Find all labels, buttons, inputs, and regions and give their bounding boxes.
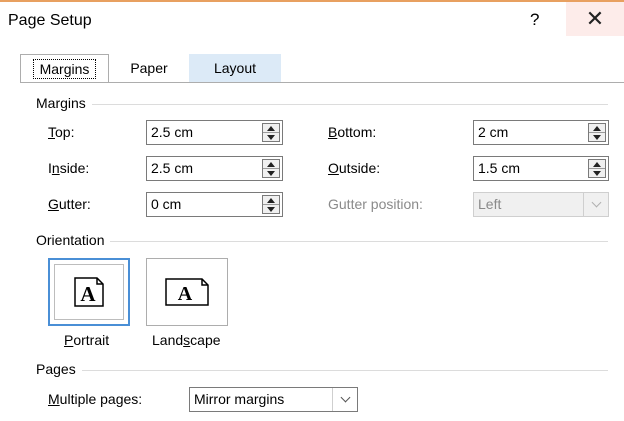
tab-layout[interactable]: Layout xyxy=(189,54,281,82)
outside-margin-value: 1.5 cm xyxy=(478,160,521,176)
bottom-margin-spinner[interactable]: 2 cm xyxy=(473,120,609,145)
inside-margin-value: 2.5 cm xyxy=(151,160,194,176)
svg-text:A: A xyxy=(178,283,193,305)
gutter-position-value: Left xyxy=(478,196,502,212)
multiple-pages-select[interactable]: Mirror margins xyxy=(189,387,358,412)
multiple-pages-value: Mirror margins xyxy=(194,391,285,407)
chevron-down-icon[interactable] xyxy=(332,388,357,411)
svg-text:A: A xyxy=(80,282,96,306)
orientation-group-line xyxy=(36,241,608,242)
bottom-label: Bottom: xyxy=(328,124,377,140)
gutter-position-select: Left xyxy=(473,192,609,217)
inside-margin-spinner[interactable]: 2.5 cm xyxy=(146,156,283,181)
spin-arrows-icon[interactable] xyxy=(262,195,280,214)
top-margin-spinner[interactable]: 2.5 cm xyxy=(146,120,283,145)
close-icon: ✕ xyxy=(585,6,605,31)
gutter-spinner[interactable]: 0 cm xyxy=(146,192,283,217)
chevron-down-icon xyxy=(583,193,608,216)
tab-margins-label: Margins xyxy=(32,59,97,79)
top-margin-value: 2.5 cm xyxy=(151,124,194,140)
inside-label: Inside: xyxy=(48,160,90,176)
spin-arrows-icon[interactable] xyxy=(262,159,280,178)
help-button[interactable]: ? xyxy=(530,10,539,30)
tab-margins[interactable]: Margins xyxy=(20,54,109,83)
landscape-button[interactable]: A xyxy=(146,258,228,326)
gutter-position-label: Gutter position: xyxy=(328,196,423,212)
margins-group-line xyxy=(36,104,608,105)
bottom-margin-value: 2 cm xyxy=(478,124,509,140)
page-icon: A xyxy=(165,278,209,306)
pages-group-title: Pages xyxy=(36,361,82,377)
pages-group-line xyxy=(36,370,608,371)
gutter-value: 0 cm xyxy=(151,196,182,212)
portrait-label: Portrait xyxy=(64,332,110,348)
window-top-border xyxy=(0,0,624,2)
landscape-label: Landscape xyxy=(152,332,221,348)
orientation-group-title: Orientation xyxy=(36,232,111,248)
close-button[interactable]: ✕ xyxy=(566,2,624,36)
page-icon: A xyxy=(74,277,104,307)
margins-group-title: Margins xyxy=(36,95,92,111)
top-label: Top: xyxy=(48,124,75,140)
spin-arrows-icon[interactable] xyxy=(588,159,606,178)
portrait-button[interactable]: A xyxy=(48,258,130,326)
tab-divider xyxy=(20,82,624,83)
spin-arrows-icon[interactable] xyxy=(588,123,606,142)
gutter-label: Gutter: xyxy=(48,196,91,212)
multiple-pages-label: Multiple pages: xyxy=(48,391,143,407)
outside-label: Outside: xyxy=(328,160,381,176)
spin-arrows-icon[interactable] xyxy=(262,123,280,142)
outside-margin-spinner[interactable]: 1.5 cm xyxy=(473,156,609,181)
dialog-title: Page Setup xyxy=(8,12,92,29)
tab-paper[interactable]: Paper xyxy=(109,54,189,82)
